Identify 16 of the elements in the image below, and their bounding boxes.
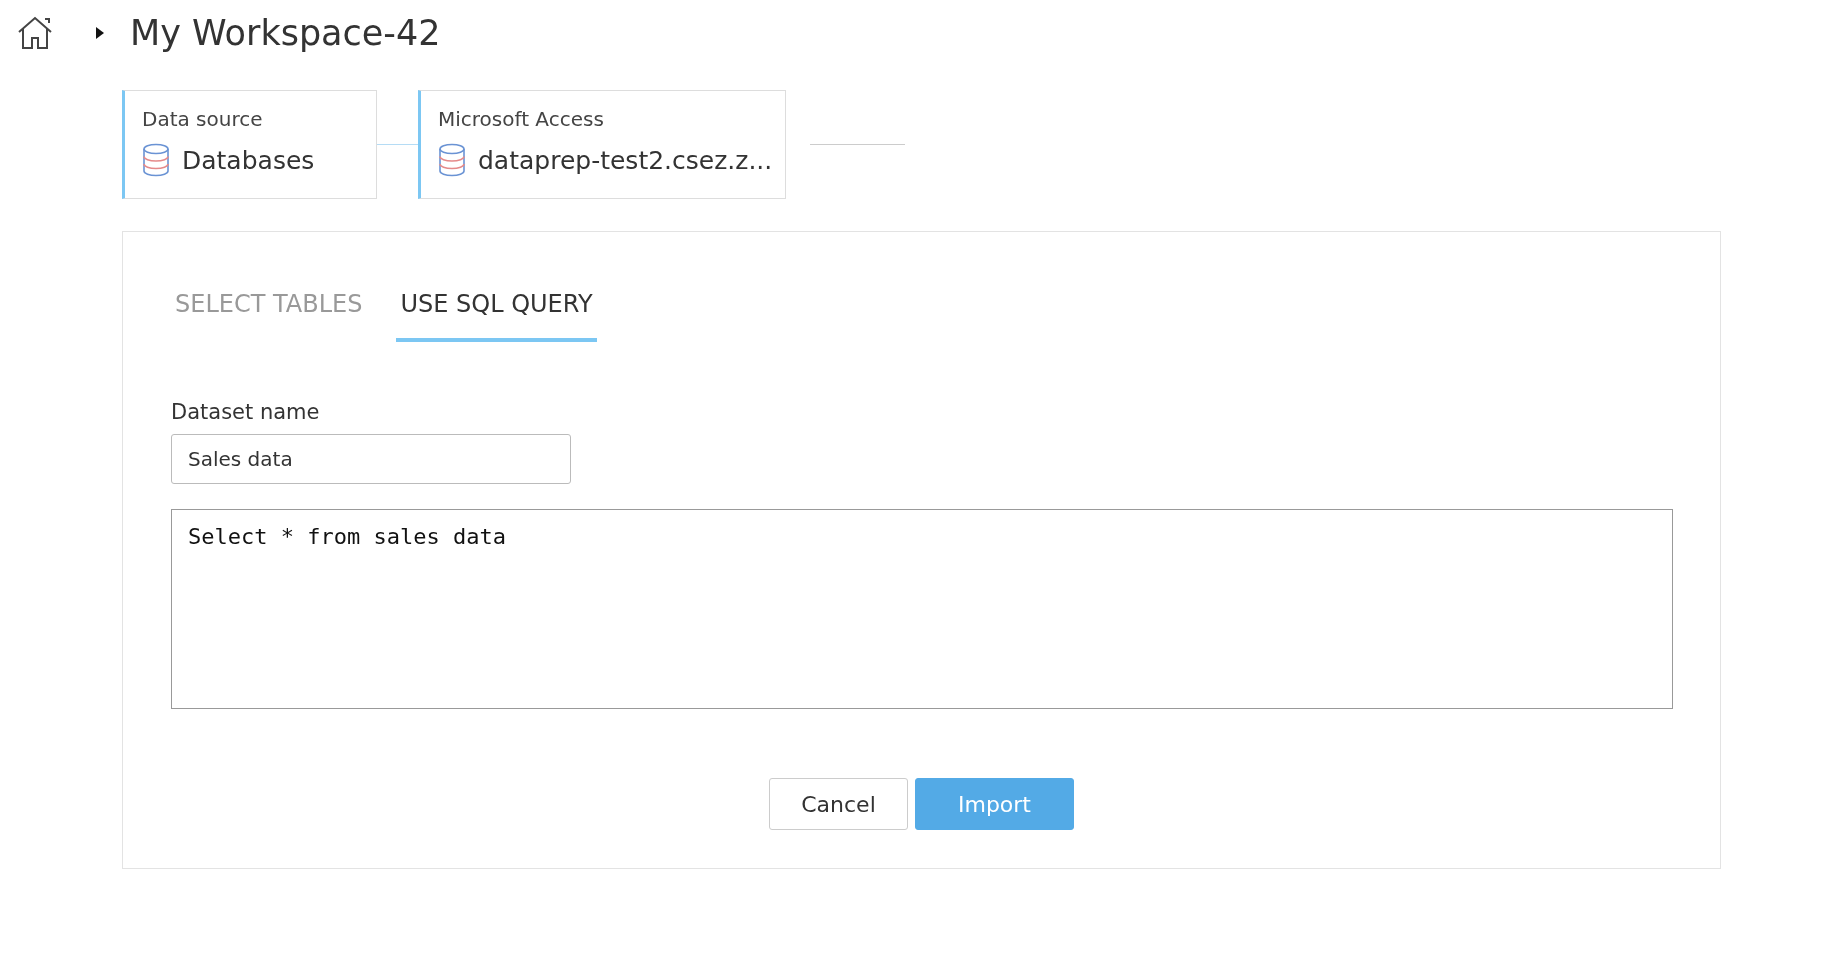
step-value: Databases — [182, 145, 315, 175]
field-label: Dataset name — [171, 400, 321, 424]
step-card[interactable]: Data source Databases — [122, 90, 377, 199]
sql-query-editor[interactable]: Select * from sales data — [171, 509, 1673, 709]
step-card[interactable]: Microsoft Access dataprep-test2.csez.z... — [418, 90, 786, 199]
database-icon — [438, 143, 466, 177]
workspace-title: My Workspace-42 — [130, 13, 441, 53]
tab[interactable]: USE SQL QUERY — [396, 290, 597, 342]
caret-icon — [96, 27, 104, 39]
step-label: Data source — [142, 107, 264, 131]
home-icon[interactable] — [16, 15, 54, 51]
database-icon — [142, 143, 170, 177]
step-value: dataprep-test2.csez.z... — [478, 145, 773, 175]
cancel-button[interactable]: Cancel — [769, 778, 908, 830]
dataset-name-input[interactable]: Sales data — [171, 434, 571, 484]
step-label: Microsoft Access — [438, 107, 605, 131]
